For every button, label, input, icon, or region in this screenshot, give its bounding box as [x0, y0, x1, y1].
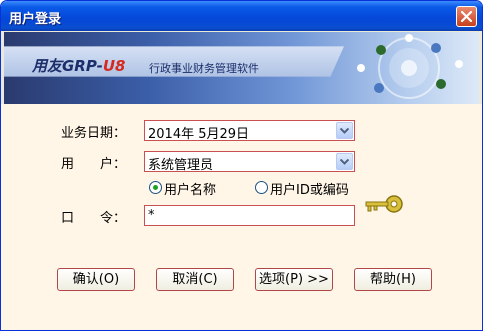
cancel-button[interactable]: 取消(C) [156, 268, 234, 291]
date-value: 2014年 5月29日 [148, 127, 250, 142]
key-icon [365, 195, 403, 213]
window-title: 用户登录 [9, 12, 62, 27]
product-banner: 用友GRP-U8 行政事业财务管理软件 [4, 32, 479, 104]
radio-user-name[interactable] [149, 181, 162, 194]
chevron-down-icon [340, 128, 349, 134]
login-window: 用户登录 用友GRP-U8 行政事业财务管理软件 业务日期： 2014年 5月2… [0, 0, 483, 331]
logo-main: 用友GRP- [32, 57, 103, 75]
password-value: * [148, 208, 155, 223]
login-form: 业务日期： 2014年 5月29日 用 户： 系统管理员 用户名称 用户ID或编… [1, 104, 482, 330]
help-button[interactable]: 帮助(H) [354, 268, 432, 291]
user-select[interactable]: 系统管理员 [144, 151, 355, 173]
radio-user-name-label[interactable]: 用户名称 [164, 179, 216, 198]
banner-graphic [357, 34, 463, 99]
date-label: 业务日期： [61, 126, 127, 141]
product-subtitle: 行政事业财务管理软件 [149, 62, 259, 75]
password-label: 口 令： [61, 211, 127, 226]
date-dropdown-button[interactable] [336, 122, 353, 139]
radio-user-id-label[interactable]: 用户ID或编码 [270, 179, 349, 198]
user-value: 系统管理员 [148, 158, 214, 173]
title-bar[interactable]: 用户登录 [1, 1, 482, 31]
password-input[interactable]: * [144, 205, 355, 226]
user-label: 用 户： [61, 157, 127, 172]
logo-accent: U8 [102, 57, 126, 75]
user-dropdown-button[interactable] [336, 153, 353, 170]
product-logo: 用友GRP-U8 [32, 55, 125, 76]
close-button[interactable] [456, 6, 477, 27]
chevron-down-icon [340, 159, 349, 165]
close-icon [461, 11, 472, 22]
date-select[interactable]: 2014年 5月29日 [144, 120, 355, 142]
radio-user-id[interactable] [255, 181, 268, 194]
ok-button[interactable]: 确认(O) [57, 268, 135, 291]
options-button[interactable]: 选项(P) >> [255, 268, 333, 291]
radio-selected-dot [153, 185, 158, 190]
